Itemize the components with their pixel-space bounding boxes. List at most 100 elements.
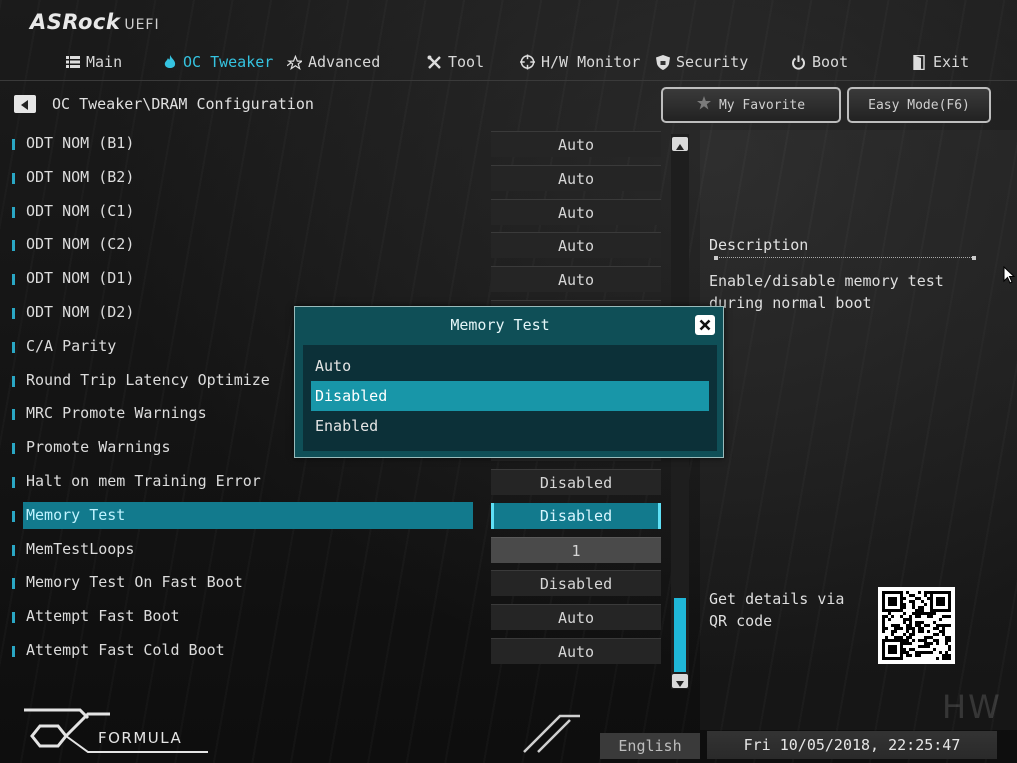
language-button[interactable]: English [600, 733, 700, 759]
setting-label: ODT NOM (B2) [26, 168, 135, 186]
tab-advanced-label: Advanced [308, 53, 381, 71]
breadcrumb: OC Tweaker\DRAM Configuration [52, 95, 314, 113]
setting-label: Promote Warnings [26, 438, 171, 456]
easy-mode-label: Easy Mode(F6) [868, 97, 970, 113]
setting-label: ODT NOM (D1) [26, 269, 135, 287]
star-icon [696, 96, 711, 114]
tab-oc-tweaker-label: OC Tweaker [183, 53, 274, 71]
tab-advanced[interactable]: Advanced [287, 50, 380, 74]
tab-exit-label: Exit [933, 53, 970, 71]
scroll-down-button[interactable] [672, 674, 688, 688]
setting-label: ODT NOM (C1) [26, 202, 135, 220]
setting-row[interactable]: Attempt Fast Boot Auto [0, 602, 670, 632]
dialog-close-button[interactable] [695, 315, 715, 335]
tab-hw-monitor[interactable]: H/W Monitor [520, 50, 640, 74]
setting-value[interactable]: Auto [491, 266, 661, 292]
my-favorite-button[interactable]: My Favorite [661, 87, 841, 123]
setting-row[interactable]: Memory Test On Fast Boot Disabled [0, 568, 670, 598]
decorative-stripe-icon [523, 714, 580, 753]
setting-value[interactable]: Disabled [491, 570, 661, 596]
list-icon [65, 55, 80, 70]
tab-main[interactable]: Main [65, 50, 122, 74]
tab-boot-label: Boot [812, 53, 849, 71]
bios-screen: ASRock UEFI Main OC Tweaker Advanced Tool [0, 0, 1017, 763]
setting-row[interactable]: ODT NOM (B1) Auto [0, 129, 670, 159]
flame-icon [162, 54, 177, 70]
tab-security-label: Security [676, 53, 749, 71]
tab-oc-tweaker[interactable]: OC Tweaker [162, 50, 273, 74]
info-marker-icon [12, 646, 15, 657]
dialog-title: Memory Test [450, 316, 550, 334]
setting-value[interactable]: Auto [491, 165, 661, 191]
dialog-options: Auto Disabled Enabled [303, 345, 717, 451]
setting-value[interactable]: Auto [491, 131, 661, 157]
arrow-down-icon [676, 672, 684, 691]
datetime-display: Fri 10/05/2018, 22:25:47 [707, 731, 997, 759]
arrow-left-icon [21, 95, 29, 114]
tab-boot[interactable]: Boot [791, 50, 848, 74]
tab-security[interactable]: Security [655, 50, 748, 74]
setting-value[interactable]: 1 [491, 537, 661, 563]
my-favorite-label: My Favorite [718, 97, 806, 113]
info-marker-icon [12, 477, 15, 488]
option-auto[interactable]: Auto [311, 351, 709, 381]
setting-row[interactable]: ODT NOM (C1) Auto [0, 197, 670, 227]
setting-value[interactable]: Auto [491, 232, 661, 258]
setting-row[interactable]: Attempt Fast Cold Boot Auto [0, 636, 670, 666]
description-title: Description [709, 236, 809, 254]
info-marker-icon [12, 139, 15, 150]
setting-value[interactable]: Disabled [491, 469, 661, 495]
setting-row[interactable]: MemTestLoops 1 [0, 535, 670, 565]
setting-value[interactable]: Auto [491, 199, 661, 225]
memory-test-dialog: Memory Test Auto Disabled Enabled [294, 306, 724, 458]
info-marker-icon [12, 342, 15, 353]
setting-row[interactable]: Memory Test Disabled [0, 501, 670, 531]
setting-label: Halt on mem Training Error [26, 472, 261, 490]
setting-label: Memory Test On Fast Boot [26, 573, 243, 591]
arrow-up-icon [676, 135, 684, 154]
info-marker-icon [12, 240, 15, 251]
mouse-cursor-icon [1003, 266, 1015, 284]
star-icon [287, 54, 302, 70]
qr-code-icon [878, 587, 955, 664]
formula-brand: FORMULA [98, 729, 183, 747]
setting-row[interactable]: ODT NOM (D1) Auto [0, 264, 670, 294]
info-marker-icon [12, 376, 15, 387]
setting-value[interactable]: Auto [491, 604, 661, 630]
brand-suffix: UEFI [124, 17, 160, 33]
exit-door-icon [912, 54, 927, 70]
back-button[interactable] [14, 95, 36, 113]
setting-value[interactable]: Auto [491, 638, 661, 664]
easy-mode-button[interactable]: Easy Mode(F6) [847, 87, 991, 123]
info-marker-icon [12, 409, 15, 420]
setting-label: Round Trip Latency Optimize [26, 371, 270, 389]
setting-row[interactable]: ODT NOM (B2) Auto [0, 163, 670, 193]
tab-exit[interactable]: Exit [912, 50, 969, 74]
scrollbar-thumb[interactable] [674, 598, 686, 672]
setting-value[interactable]: Disabled [491, 503, 661, 529]
main-nav: Main OC Tweaker Advanced Tool H/W Monito… [0, 44, 1017, 80]
info-marker-icon [12, 207, 15, 218]
info-marker-icon [12, 443, 15, 454]
option-disabled[interactable]: Disabled [311, 381, 709, 411]
description-divider [714, 256, 976, 260]
tab-tool-label: Tool [448, 53, 485, 71]
asrock-logo: ASRock UEFI [30, 10, 160, 34]
setting-row[interactable]: Halt on mem Training Error Disabled [0, 467, 670, 497]
setting-label: MemTestLoops [26, 540, 135, 558]
setting-label: ODT NOM (D2) [26, 303, 135, 321]
info-marker-icon [12, 308, 15, 319]
tab-hw-monitor-label: H/W Monitor [541, 53, 641, 71]
tab-tool[interactable]: Tool [427, 50, 484, 74]
shield-icon [655, 54, 670, 70]
info-panel [700, 130, 1017, 730]
qr-caption: Get details via QR code [709, 590, 845, 630]
info-marker-icon [12, 578, 15, 589]
info-marker-icon [12, 173, 15, 184]
scroll-up-button[interactable] [672, 137, 688, 151]
option-enabled[interactable]: Enabled [311, 411, 709, 441]
setting-label: ODT NOM (C2) [26, 235, 135, 253]
close-icon [699, 316, 711, 335]
info-marker-icon [12, 274, 15, 285]
setting-row[interactable]: ODT NOM (C2) Auto [0, 230, 670, 260]
